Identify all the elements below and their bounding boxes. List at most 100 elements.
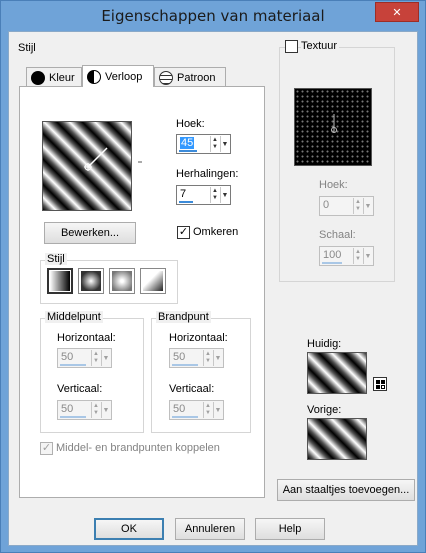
cancel-label: Annuleren [184, 523, 236, 535]
close-icon: ✕ [392, 6, 402, 19]
focal-vertical-label: Verticaal: [169, 383, 215, 395]
current-label: Huidig: [307, 338, 342, 350]
previous-swatch[interactable] [307, 418, 367, 460]
texture-label: Textuur [301, 40, 340, 52]
texture-preview[interactable] [294, 88, 372, 166]
texture-scale-bar [322, 262, 342, 264]
repeats-spinner[interactable]: ▲ ▼ [210, 187, 219, 203]
tab-label: Patroon [177, 71, 216, 84]
angle-value: 45 [180, 137, 195, 149]
radial-gradient-icon [143, 271, 163, 291]
current-swatch [307, 352, 367, 394]
checkmark-icon: ✓ [41, 442, 52, 454]
gradient-icon [87, 69, 101, 84]
texture-scale-spinner[interactable]: ▲ ▼ [353, 248, 362, 264]
focal-vertical-spinner[interactable]: ▲ ▼ [203, 402, 212, 418]
center-horizontal-bar [60, 364, 86, 366]
style-radial-button[interactable] [140, 268, 166, 294]
edit-gradient-button[interactable]: Bewerken... [44, 222, 136, 244]
texture-scale-value: 100 [323, 249, 342, 261]
link-points-label: Middel- en brandpunten koppelen [56, 442, 220, 454]
texture-angle-dropdown-icon[interactable]: ▼ [363, 198, 372, 214]
repeats-dropdown-icon[interactable]: ▼ [220, 187, 229, 203]
focal-horizontal-bar [172, 364, 198, 366]
ok-label: OK [121, 523, 137, 535]
window-title: Eigenschappen van materiaal [101, 7, 325, 25]
gradient-preview[interactable] [42, 121, 132, 211]
add-to-swatches-button[interactable]: Aan staaltjes toevoegen... [277, 479, 415, 501]
angle-slider-bar [179, 150, 197, 152]
angle-dropdown-icon[interactable]: ▼ [220, 136, 229, 152]
center-vertical-value: 50 [61, 403, 74, 415]
texture-crosshair-icon [331, 114, 337, 133]
grid-globe-icon [159, 70, 173, 85]
center-horizontal-input[interactable]: 50 ▲ ▼ ▼ [57, 348, 112, 368]
center-point-caption: Middelpunt [45, 311, 103, 323]
style-group-caption: Stijl [18, 42, 36, 54]
focal-vertical-bar [172, 416, 198, 418]
focal-vertical-value: 50 [173, 403, 186, 415]
focal-horizontal-dropdown-icon[interactable]: ▼ [213, 350, 222, 366]
style-rectangular-button[interactable] [78, 268, 104, 294]
angle-handle-icon [84, 147, 108, 171]
tab-panel-verloop: Hoek: 45 ▲ ▼ ▼ Herhalingen: 7 ▲ ▼ ▼ Bewerk… [19, 86, 265, 498]
tab-kleur[interactable]: Kleur [26, 67, 82, 87]
close-button[interactable]: ✕ [375, 2, 419, 22]
repeats-slider-bar [179, 201, 193, 203]
texture-angle-spinner[interactable]: ▲ ▼ [353, 198, 362, 214]
cancel-button[interactable]: Annuleren [175, 518, 245, 540]
texture-angle-input[interactable]: 0 ▲ ▼ ▼ [319, 196, 374, 216]
center-horizontal-label: Horizontaal: [57, 332, 116, 344]
style-sunburst-button[interactable] [109, 268, 135, 294]
focal-vertical-input[interactable]: 50 ▲ ▼ ▼ [169, 400, 224, 420]
center-horizontal-dropdown-icon[interactable]: ▼ [101, 350, 110, 366]
tab-label: Verloop [105, 70, 143, 83]
focal-vertical-dropdown-icon[interactable]: ▼ [213, 402, 222, 418]
invert-label: Omkeren [193, 226, 239, 238]
previous-label: Vorige: [307, 404, 342, 416]
title-bar[interactable]: Eigenschappen van materiaal ✕ [1, 1, 425, 31]
invert-checkbox[interactable]: ✓ [177, 226, 190, 239]
gradient-style-caption: Stijl [45, 253, 67, 265]
repeats-label: Herhalingen: [176, 168, 239, 180]
rectangular-gradient-icon [81, 271, 101, 291]
texture-scale-dropdown-icon[interactable]: ▼ [363, 248, 372, 264]
repeats-input[interactable]: 7 ▲ ▼ ▼ [176, 185, 231, 205]
center-vertical-bar [60, 416, 86, 418]
focal-horizontal-value: 50 [173, 351, 186, 363]
center-vertical-spinner[interactable]: ▲ ▼ [91, 402, 100, 418]
texture-scale-label: Schaal: [319, 229, 356, 241]
circle-icon [31, 70, 45, 85]
repeats-value: 7 [180, 188, 187, 200]
angle-spinner[interactable]: ▲ ▼ [210, 136, 219, 152]
dialog-client: Stijl Kleur Verloop Patroon Hoek: 45 ▲ ▼… [8, 31, 418, 546]
edit-gradient-label: Bewerken... [60, 227, 120, 239]
texture-checkbox[interactable] [285, 40, 298, 53]
angle-input[interactable]: 45 ▲ ▼ ▼ [176, 134, 231, 154]
texture-angle-value: 0 [323, 199, 330, 211]
focal-horizontal-spinner[interactable]: ▲ ▼ [203, 350, 212, 366]
sunburst-gradient-icon [112, 271, 132, 291]
tab-label: Kleur [49, 71, 75, 84]
tab-verloop[interactable]: Verloop [82, 65, 154, 87]
preview-marker-icon [138, 161, 142, 163]
swap-materials-icon[interactable] [373, 377, 387, 391]
center-horizontal-value: 50 [61, 351, 74, 363]
help-label: Help [278, 523, 302, 535]
linear-gradient-icon [50, 271, 70, 291]
angle-label: Hoek: [176, 118, 205, 130]
link-points-checkbox[interactable]: ✓ [40, 442, 53, 455]
tab-patroon[interactable]: Patroon [154, 67, 226, 87]
center-horizontal-spinner[interactable]: ▲ ▼ [91, 350, 100, 366]
style-linear-button[interactable] [47, 268, 73, 294]
focal-horizontal-label: Horizontaal: [169, 332, 228, 344]
center-vertical-input[interactable]: 50 ▲ ▼ ▼ [57, 400, 112, 420]
focal-horizontal-input[interactable]: 50 ▲ ▼ ▼ [169, 348, 224, 368]
ok-button[interactable]: OK [94, 518, 164, 540]
center-vertical-dropdown-icon[interactable]: ▼ [101, 402, 110, 418]
dialog-window: Eigenschappen van materiaal ✕ Stijl Kleu… [0, 0, 426, 553]
center-vertical-label: Verticaal: [57, 383, 103, 395]
help-button[interactable]: Help [255, 518, 325, 540]
focal-point-caption: Brandpunt [156, 311, 211, 323]
texture-scale-input[interactable]: 100 ▲ ▼ ▼ [319, 246, 374, 266]
